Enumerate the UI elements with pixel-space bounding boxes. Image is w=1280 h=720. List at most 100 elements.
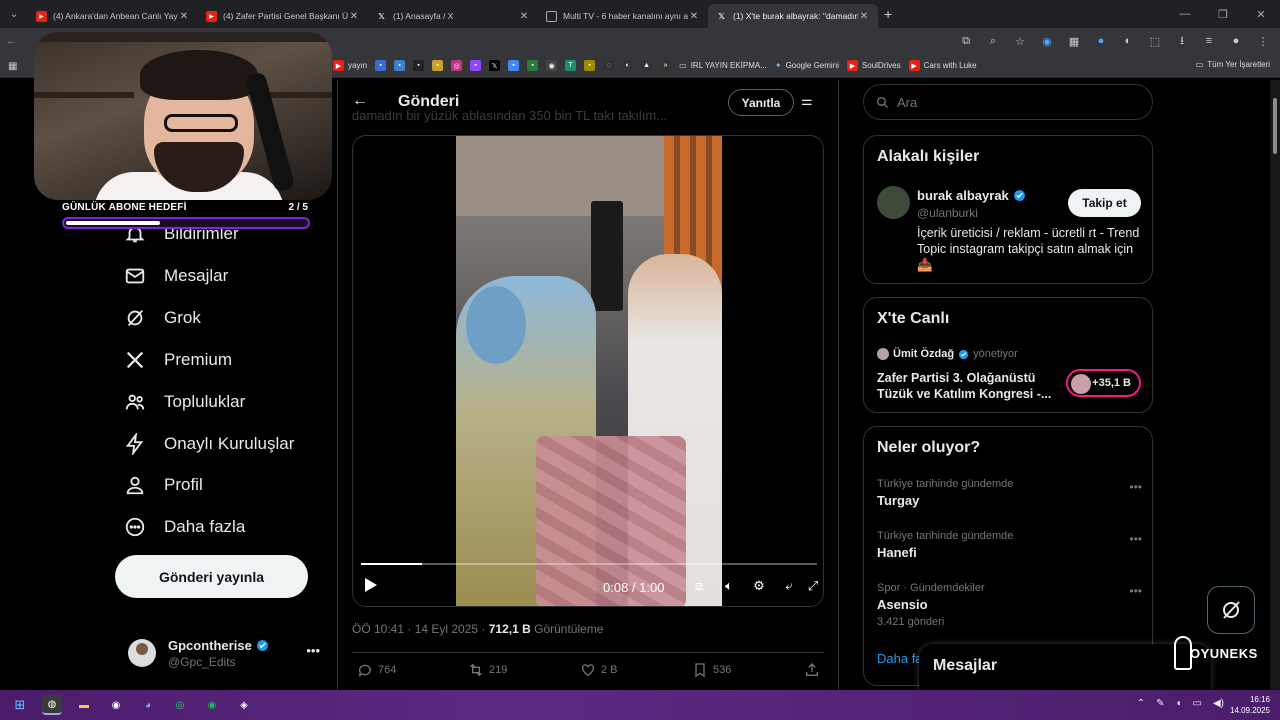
post-button[interactable]: Gönderi yayınla — [115, 555, 308, 598]
more-dots-icon[interactable]: ••• — [306, 643, 320, 658]
bookmark-icon[interactable]: ▪ — [527, 60, 539, 71]
bookmark-item[interactable]: ▶ SoulDrives — [846, 60, 901, 71]
more-dots-icon[interactable]: ••• — [1129, 480, 1142, 494]
star-icon[interactable]: ☆ — [1013, 34, 1027, 48]
fullscreen-icon[interactable]: ⤢ — [805, 578, 821, 594]
extension-icon[interactable]: ◉ — [1040, 34, 1054, 48]
trend-item[interactable]: Türkiye tarihinde gündemde Hanefi ••• — [877, 530, 1142, 560]
bookmark-icon[interactable]: ◌ — [603, 60, 615, 71]
sidebar-item-messages[interactable]: Mesajlar — [124, 265, 228, 287]
sidebar-item-verified-orgs[interactable]: Onaylı Kuruluşlar — [124, 433, 294, 455]
browser-tab[interactable]: Multi TV - 6 haber kanalını aynı anda ✕ — [538, 4, 708, 28]
bookmark-item[interactable]: ▶ Cars with Luke — [908, 60, 977, 71]
x-icon[interactable]: 𝕏 — [489, 60, 501, 71]
network-icon[interactable]: ▭ — [1193, 698, 1202, 709]
restore-icon[interactable]: ❐ — [1204, 0, 1242, 28]
twitch-icon[interactable]: ▪ — [470, 60, 482, 71]
search-box[interactable] — [863, 84, 1153, 120]
share-action[interactable] — [804, 662, 820, 678]
browser-menu-icon[interactable]: ⋮ — [1256, 34, 1270, 48]
bookmark-action[interactable]: 536 — [692, 662, 731, 678]
app-icon[interactable]: ◈ — [234, 695, 254, 715]
bookmark-item[interactable]: ▶ yayın — [333, 60, 367, 71]
whatsapp-icon[interactable]: ◎ — [170, 695, 190, 715]
extension-icon[interactable]: ◐ — [1121, 34, 1135, 48]
discord-icon[interactable]: ◕ — [138, 695, 158, 715]
extension-icon[interactable]: ▦ — [1067, 34, 1081, 48]
zoom-icon[interactable]: ⌕ — [986, 34, 1000, 48]
live-listeners-pill[interactable]: +35,1 B — [1066, 369, 1141, 397]
sidebar-item-profile[interactable]: Profil — [124, 474, 203, 496]
bookmark-icon[interactable]: ◐ — [622, 60, 634, 71]
docs-icon[interactable]: ▪ — [508, 60, 520, 71]
close-icon[interactable]: ✕ — [688, 11, 700, 22]
more-dots-icon[interactable]: ••• — [1129, 584, 1142, 598]
volume-icon[interactable]: 🔈︎ — [721, 578, 737, 594]
media-icon[interactable]: ≡ — [1202, 34, 1216, 48]
file-explorer-icon[interactable]: ▬ — [74, 695, 94, 715]
back-nav-icon[interactable]: ← — [6, 35, 17, 47]
apps-grid-icon[interactable]: ▦ — [8, 61, 17, 72]
captions-icon[interactable]: ⧈ — [691, 578, 707, 594]
clock[interactable]: 16:16 14.09.2025 — [1230, 694, 1270, 716]
bookmark-icon[interactable]: ▪ — [375, 60, 387, 71]
like-action[interactable]: 2 B — [580, 662, 618, 678]
scrollbar-thumb[interactable] — [1273, 98, 1277, 154]
browser-tab[interactable]: ▶ (4) Zafer Partisi Genel Başkanı Ümit ✕ — [198, 4, 368, 28]
follow-button[interactable]: Takip et — [1068, 189, 1141, 217]
bookmark-icon[interactable]: ▲ — [641, 60, 653, 71]
pen-icon[interactable]: ✎ — [1156, 698, 1164, 709]
repost-action[interactable]: 219 — [468, 662, 507, 678]
bookmark-icon[interactable]: ▪ — [584, 60, 596, 71]
video-progress-bar[interactable] — [361, 563, 817, 565]
avatar[interactable] — [877, 186, 910, 219]
close-icon[interactable]: ✕ — [178, 11, 190, 22]
volume-icon[interactable]: ◀) — [1213, 698, 1224, 709]
new-tab-button[interactable]: + — [884, 6, 892, 22]
sidebar-item-premium[interactable]: Premium — [124, 349, 232, 371]
messages-drawer[interactable]: Mesajlar — [919, 644, 1211, 692]
bookmark-item[interactable]: ✦ Google Gemini — [775, 61, 839, 70]
steam-icon[interactable]: ◉ — [106, 695, 126, 715]
grok-button[interactable] — [1207, 586, 1255, 634]
bookmark-icon[interactable]: T — [565, 60, 577, 71]
mic-icon[interactable]: ◖ — [1175, 698, 1181, 709]
live-title[interactable]: Zafer Partisi 3. Olağanüstü Tüzük ve Kat… — [877, 370, 1057, 402]
live-host[interactable]: Ümit Özdağ yönetiyor — [877, 348, 1018, 360]
all-bookmarks[interactable]: ▭ Tüm Yer İşaretleri — [1196, 60, 1270, 69]
video-player[interactable]: 0:08 / 1:00 ⧈ 🔈︎ ⚙ ⤶ ⤢ — [352, 135, 824, 607]
pip-icon[interactable]: ⤶ — [781, 578, 797, 594]
chrome-icon[interactable]: ◍ — [42, 695, 62, 715]
close-icon[interactable]: ✕ — [858, 11, 870, 22]
close-window-icon[interactable]: ✕ — [1242, 0, 1280, 28]
account-switcher[interactable]: Gpcontherise @Gpc_Edits ••• — [128, 633, 328, 673]
more-dots-icon[interactable]: ••• — [1129, 532, 1142, 546]
spotify-icon[interactable]: ◉ — [202, 695, 222, 715]
browser-tab[interactable]: ▶ (4) Ankara'dan Anbean Canlı Yayın ✕ — [28, 4, 198, 28]
close-icon[interactable]: ✕ — [518, 11, 530, 22]
settings-gear-icon[interactable]: ⚙ — [751, 578, 767, 594]
minimize-icon[interactable]: — — [1166, 0, 1204, 28]
play-icon[interactable] — [365, 578, 377, 592]
bookmark-icon[interactable]: ◉ — [546, 60, 558, 71]
trend-item[interactable]: Türkiye tarihinde gündemde Turgay ••• — [877, 478, 1142, 508]
reply-button[interactable]: Yanıtla — [728, 89, 794, 116]
bookmark-folder[interactable]: ▭ IRL YAYIN EKİPMA... — [679, 61, 767, 70]
browser-tab[interactable]: 𝕏 (1) Anasayfa / X ✕ — [368, 4, 538, 28]
instagram-icon[interactable]: ◎ — [451, 60, 463, 71]
download-icon[interactable]: ⭳ — [1175, 34, 1189, 48]
bookmark-icon[interactable]: ▪ — [413, 60, 425, 71]
back-arrow-icon[interactable]: ← — [352, 92, 368, 110]
sidebar-item-grok[interactable]: Grok — [124, 307, 201, 329]
search-input[interactable] — [897, 94, 1137, 110]
bookmark-icon[interactable]: ▪ — [394, 60, 406, 71]
bookmark-icon[interactable]: ▪ — [432, 60, 444, 71]
extension-icon[interactable]: ● — [1094, 34, 1108, 48]
tab-search-button[interactable]: ⌄ — [0, 0, 28, 28]
sliders-icon[interactable]: ⚌ — [801, 93, 813, 109]
sidebar-item-communities[interactable]: Topluluklar — [124, 391, 245, 413]
trend-item[interactable]: Spor · Gündemdekiler Asensio 3.421 gönde… — [877, 582, 1142, 628]
page-scrollbar[interactable] — [1270, 80, 1280, 690]
bookmark-icon[interactable]: » — [660, 60, 672, 71]
windows-start-icon[interactable]: ⊞ — [10, 695, 30, 715]
